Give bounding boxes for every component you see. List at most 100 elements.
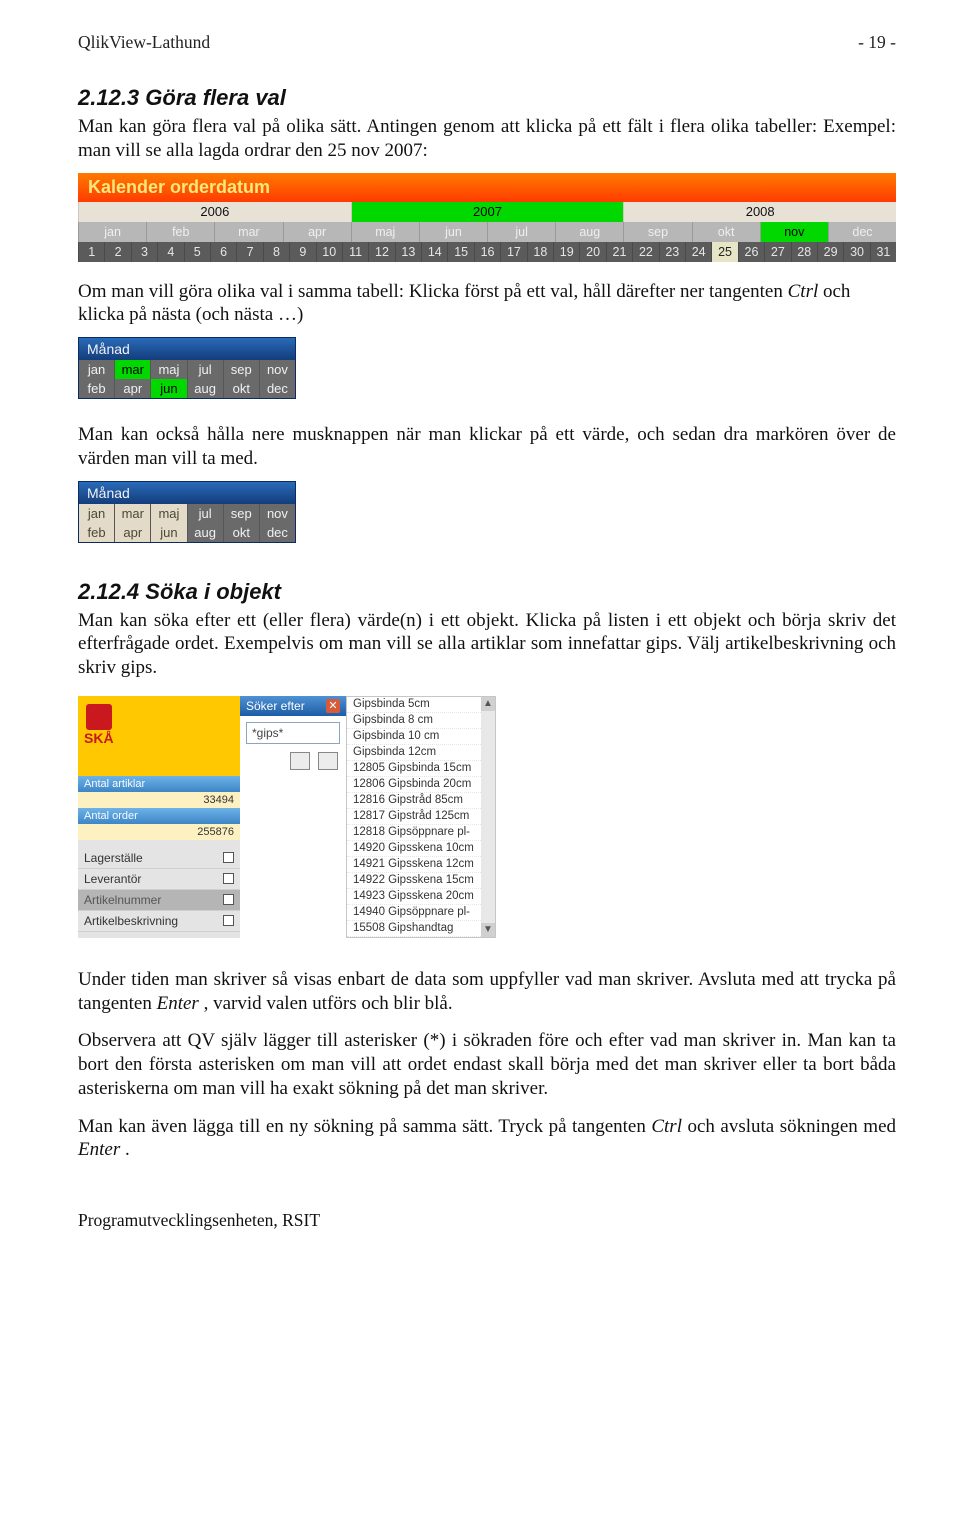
day-cell[interactable]: 9 [289,242,315,262]
month-small-cell[interactable]: jun [150,379,186,398]
category-leverantor[interactable]: Leverantör [78,869,240,890]
day-cell[interactable]: 1 [78,242,104,262]
month-small-cell[interactable]: okt [223,523,259,542]
search-input[interactable]: *gips* [246,722,340,744]
day-cell[interactable]: 16 [474,242,500,262]
month-cell[interactable]: jun [419,222,487,242]
month-cell[interactable]: okt [692,222,760,242]
scroll-up-icon[interactable]: ▲ [481,697,495,711]
day-cell[interactable]: 22 [632,242,658,262]
month-cell[interactable]: apr [283,222,351,242]
month-small-cell[interactable]: okt [223,379,259,398]
month-cell[interactable]: feb [146,222,214,242]
month-small-cell[interactable]: maj [150,504,186,523]
result-item[interactable]: 14921 Gipsskena 12cm [347,857,495,873]
expand-icon[interactable] [223,894,234,905]
month-small-cell[interactable]: jun [150,523,186,542]
month-small-cell[interactable]: mar [114,504,150,523]
day-cell[interactable]: 24 [685,242,711,262]
day-cell[interactable]: 30 [843,242,869,262]
category-lagerstalle[interactable]: Lagerställe [78,848,240,869]
day-cell[interactable]: 6 [210,242,236,262]
day-cell[interactable]: 2 [104,242,130,262]
year-cell[interactable]: 2007 [351,202,624,222]
result-item[interactable]: 14923 Gipsskena 20cm [347,889,495,905]
day-cell[interactable]: 14 [421,242,447,262]
day-cell[interactable]: 18 [527,242,553,262]
result-item[interactable]: Gipsbinda 8 cm [347,713,495,729]
year-cell[interactable]: 2008 [623,202,896,222]
month-small-cell[interactable]: feb [79,523,114,542]
month-small-cell[interactable]: dec [259,523,295,542]
month-small-cell[interactable]: jan [79,360,114,379]
month-small-cell[interactable]: sep [223,504,259,523]
month-small-cell[interactable]: nov [259,360,295,379]
month-cell[interactable]: dec [828,222,896,242]
day-cell[interactable]: 17 [500,242,526,262]
month-small-cell[interactable]: sep [223,360,259,379]
category-artikelbeskrivning[interactable]: Artikelbeskrivning [78,911,240,932]
result-item[interactable]: Gipsbinda 5cm [347,697,495,713]
month-small-cell[interactable]: apr [114,523,150,542]
category-artikelnummer[interactable]: Artikelnummer [78,890,240,911]
day-cell[interactable]: 7 [236,242,262,262]
month-small-cell[interactable]: feb [79,379,114,398]
result-item[interactable]: 12806 Gipsbinda 20cm [347,777,495,793]
close-icon[interactable]: ✕ [326,699,340,713]
confirm-button[interactable] [290,752,310,770]
month-cell[interactable]: sep [623,222,691,242]
day-cell[interactable]: 21 [606,242,632,262]
month-small-cell[interactable]: jul [187,360,223,379]
day-cell[interactable]: 20 [579,242,605,262]
month-small-cell[interactable]: nov [259,504,295,523]
result-item[interactable]: 12818 Gipsöppnare pl- [347,825,495,841]
day-cell[interactable]: 3 [131,242,157,262]
month-small-cell[interactable]: jul [187,504,223,523]
result-item[interactable]: 12816 Gipstråd 85cm [347,793,495,809]
month-small-cell[interactable]: apr [114,379,150,398]
month-cell[interactable]: jan [78,222,146,242]
day-cell[interactable]: 23 [659,242,685,262]
day-cell[interactable]: 19 [553,242,579,262]
day-cell[interactable]: 12 [368,242,394,262]
day-cell[interactable]: 5 [184,242,210,262]
day-cell[interactable]: 26 [738,242,764,262]
result-item[interactable]: 14940 Gipsöppnare pl- [347,905,495,921]
day-cell[interactable]: 27 [764,242,790,262]
month-small-cell[interactable]: mar [114,360,150,379]
result-item[interactable]: 14920 Gipsskena 10cm [347,841,495,857]
month-small-cell[interactable]: dec [259,379,295,398]
expand-icon[interactable] [223,873,234,884]
scroll-down-icon[interactable]: ▼ [481,923,495,937]
month-small-cell[interactable]: aug [187,379,223,398]
result-item[interactable]: 12805 Gipsbinda 15cm [347,761,495,777]
month-cell[interactable]: aug [555,222,623,242]
year-cell[interactable]: 2006 [78,202,351,222]
day-cell[interactable]: 13 [395,242,421,262]
day-cell[interactable]: 29 [817,242,843,262]
result-item[interactable]: Gipsbinda 10 cm [347,729,495,745]
month-small-cell[interactable]: maj [150,360,186,379]
day-cell[interactable]: 4 [157,242,183,262]
day-cell[interactable]: 25 [711,242,737,262]
expand-icon[interactable] [223,852,234,863]
day-cell[interactable]: 10 [316,242,342,262]
month-cell[interactable]: nov [760,222,828,242]
day-cell[interactable]: 15 [447,242,473,262]
result-item[interactable]: 14922 Gipsskena 15cm [347,873,495,889]
month-small-cell[interactable]: aug [187,523,223,542]
month-cell[interactable]: mar [214,222,282,242]
cancel-button[interactable] [318,752,338,770]
day-cell[interactable]: 8 [263,242,289,262]
result-item[interactable]: 15508 Gipshandtag [347,921,495,937]
result-item[interactable]: 12817 Gipstråd 125cm [347,809,495,825]
month-small-cell[interactable]: jan [79,504,114,523]
month-cell[interactable]: maj [351,222,419,242]
result-item[interactable]: Gipsbinda 12cm [347,745,495,761]
scrollbar[interactable] [481,697,495,937]
day-cell[interactable]: 28 [791,242,817,262]
expand-icon[interactable] [223,915,234,926]
month-cell[interactable]: jul [487,222,555,242]
day-cell[interactable]: 31 [870,242,896,262]
day-cell[interactable]: 11 [342,242,368,262]
